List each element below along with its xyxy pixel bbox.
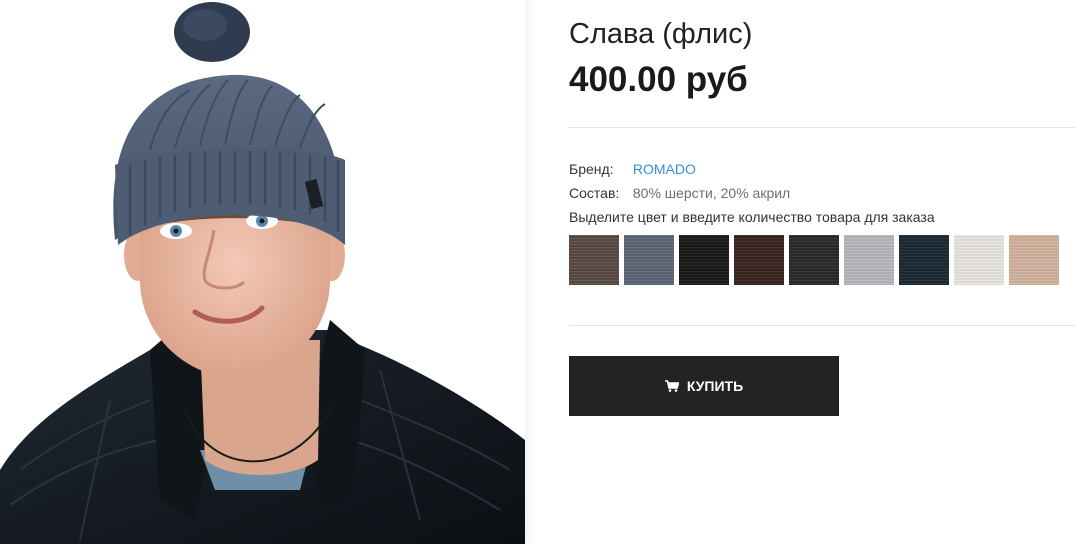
divider — [569, 325, 1075, 326]
color-swatch[interactable] — [844, 235, 894, 285]
color-swatch[interactable] — [899, 235, 949, 285]
color-swatch-list — [569, 235, 1059, 285]
product-title: Слава (флис) — [569, 18, 753, 50]
model-in-hat-image — [0, 2, 525, 544]
product-photo[interactable] — [0, 0, 525, 544]
image-divider — [525, 0, 537, 544]
color-swatch[interactable] — [734, 235, 784, 285]
color-swatch[interactable] — [1009, 235, 1059, 285]
composition-row: Состав: 80% шерсти, 20% акрил — [569, 185, 790, 201]
product-page: Слава (флис) 400.00 руб Бренд: ROMADO Со… — [0, 0, 1075, 544]
brand-label: Бренд: — [569, 161, 614, 177]
brand-row: Бренд: ROMADO — [569, 161, 696, 177]
color-swatch[interactable] — [679, 235, 729, 285]
composition-label: Состав: — [569, 185, 620, 201]
brand-link[interactable]: ROMADO — [633, 161, 696, 177]
product-price: 400.00 руб — [569, 60, 748, 99]
color-swatch[interactable] — [624, 235, 674, 285]
cart-icon — [664, 380, 679, 392]
product-info: Слава (флис) 400.00 руб Бренд: ROMADO Со… — [569, 0, 1075, 544]
color-swatch[interactable] — [954, 235, 1004, 285]
color-hint: Выделите цвет и введите количество товар… — [569, 209, 935, 225]
composition-value: 80% шерсти, 20% акрил — [632, 185, 791, 201]
buy-button-label: КУПИТЬ — [686, 378, 744, 394]
color-swatch[interactable] — [789, 235, 839, 285]
color-swatch[interactable] — [569, 235, 619, 285]
divider — [569, 127, 1075, 128]
buy-button[interactable]: КУПИТЬ — [569, 356, 839, 416]
